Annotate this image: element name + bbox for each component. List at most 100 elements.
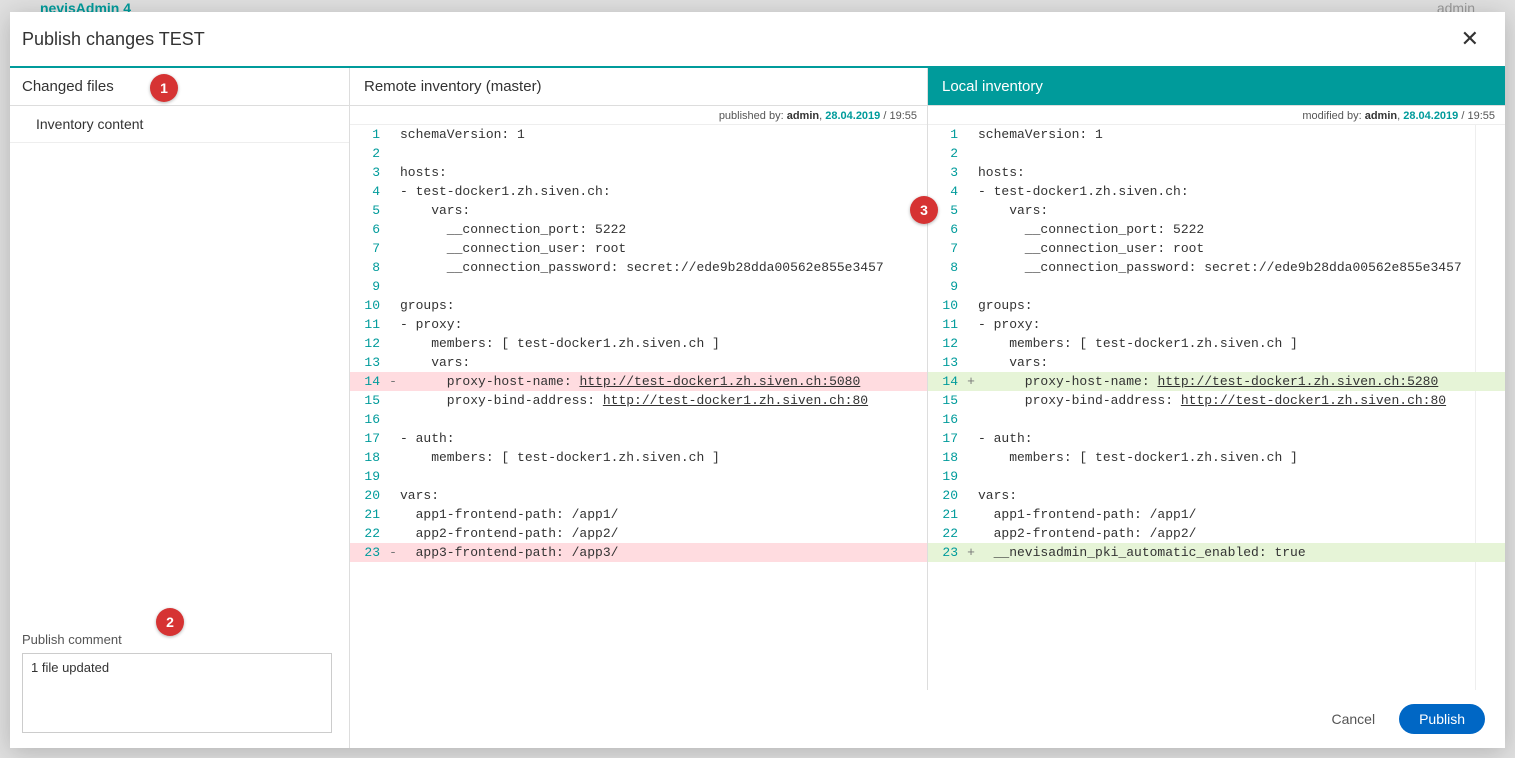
- code-line: 21 app1-frontend-path: /app1/: [928, 505, 1505, 524]
- line-number: 12: [350, 334, 386, 353]
- line-content: [978, 467, 1505, 486]
- local-time: / 19:55: [1458, 110, 1495, 122]
- line-content: proxy-host-name: http://test-docker1.zh.…: [400, 372, 927, 391]
- line-content: members: [ test-docker1.zh.siven.ch ]: [978, 334, 1505, 353]
- line-content: [978, 144, 1505, 163]
- diff-sign: +: [964, 372, 978, 391]
- line-number: 17: [350, 429, 386, 448]
- code-line: 6 __connection_port: 5222: [350, 220, 927, 239]
- diff-sign: [386, 467, 400, 486]
- diff-sign: [964, 467, 978, 486]
- line-content: __connection_port: 5222: [978, 220, 1505, 239]
- remote-subheader: published by: admin, 28.04.2019 / 19:55: [350, 106, 927, 125]
- code-line: 11 - proxy:: [928, 315, 1505, 334]
- line-content: app2-frontend-path: /app2/: [400, 524, 927, 543]
- line-number: 12: [928, 334, 964, 353]
- line-content: - proxy:: [400, 315, 927, 334]
- line-content: app1-frontend-path: /app1/: [978, 505, 1505, 524]
- remote-date: 28.04.2019: [825, 110, 880, 122]
- code-line: 5 vars:: [350, 201, 927, 220]
- line-number: 1: [350, 125, 386, 144]
- modal-footer: Cancel Publish: [350, 690, 1505, 748]
- line-content: __connection_port: 5222: [400, 220, 927, 239]
- diff-sign: -: [386, 543, 400, 562]
- line-content: members: [ test-docker1.zh.siven.ch ]: [978, 448, 1505, 467]
- code-line: 22 app2-frontend-path: /app2/: [928, 524, 1505, 543]
- sidebar: Changed files 1 Inventory content 2 Publ…: [10, 68, 350, 748]
- line-content: - proxy:: [978, 315, 1505, 334]
- line-content: vars:: [978, 353, 1505, 372]
- link-text[interactable]: http://test-docker1.zh.siven.ch:80: [603, 393, 868, 408]
- cancel-button[interactable]: Cancel: [1331, 711, 1375, 727]
- code-line: 17- auth:: [928, 429, 1505, 448]
- line-number: 2: [928, 144, 964, 163]
- code-line: 3 hosts:: [350, 163, 927, 182]
- link-text[interactable]: http://test-docker1.zh.siven.ch:5280: [1157, 374, 1438, 389]
- line-number: 3: [350, 163, 386, 182]
- main-area: Remote inventory (master) published by: …: [350, 68, 1505, 748]
- diff-sign: [964, 429, 978, 448]
- code-line: 6 __connection_port: 5222: [928, 220, 1505, 239]
- line-content: - test-docker1.zh.siven.ch:: [978, 182, 1505, 201]
- diff-sign: -: [386, 372, 400, 391]
- diff-sign: [386, 239, 400, 258]
- line-number: 11: [350, 315, 386, 334]
- diff-sign: [386, 144, 400, 163]
- line-content: hosts:: [978, 163, 1505, 182]
- changed-files-label: Changed files: [22, 78, 114, 95]
- line-number: 20: [928, 486, 964, 505]
- annotation-badge-2: 2: [156, 608, 184, 636]
- local-pane: Local inventory modified by: admin, 28.0…: [928, 68, 1505, 690]
- link-text[interactable]: http://test-docker1.zh.siven.ch:5080: [579, 374, 860, 389]
- code-line: 16: [350, 410, 927, 429]
- modal-header: Publish changes TEST ✕: [10, 12, 1505, 68]
- code-line: 4- test-docker1.zh.siven.ch:: [350, 182, 927, 201]
- line-number: 20: [350, 486, 386, 505]
- line-number: 23: [928, 543, 964, 562]
- diff-sign: [386, 220, 400, 239]
- local-code-area[interactable]: 1schemaVersion: 123hosts:4- test-docker1…: [928, 125, 1505, 690]
- line-number: 6: [350, 220, 386, 239]
- annotation-badge-1: 1: [150, 74, 178, 102]
- diff-sign: [386, 448, 400, 467]
- line-number: 5: [350, 201, 386, 220]
- code-line: 22 app2-frontend-path: /app2/: [350, 524, 927, 543]
- code-line: 19: [928, 467, 1505, 486]
- diff-sign: [386, 486, 400, 505]
- line-number: 22: [350, 524, 386, 543]
- line-content: app2-frontend-path: /app2/: [978, 524, 1505, 543]
- diff-sign: [386, 391, 400, 410]
- publish-button[interactable]: Publish: [1399, 704, 1485, 734]
- line-number: 11: [928, 315, 964, 334]
- remote-code-area[interactable]: 1schemaVersion: 123hosts:4- test-docker1…: [350, 125, 927, 690]
- code-line: 15 proxy-bind-address: http://test-docke…: [350, 391, 927, 410]
- line-number: 18: [350, 448, 386, 467]
- diff-sign: [386, 353, 400, 372]
- diff-sign: [964, 296, 978, 315]
- diff-sign: +: [964, 543, 978, 562]
- code-line: 12 members: [ test-docker1.zh.siven.ch ]: [350, 334, 927, 353]
- line-number: 17: [928, 429, 964, 448]
- local-sub-prefix: modified by:: [1302, 110, 1364, 122]
- line-content: proxy-bind-address: http://test-docker1.…: [978, 391, 1505, 410]
- code-line: 20vars:: [928, 486, 1505, 505]
- diff-sign: [964, 201, 978, 220]
- line-content: [400, 410, 927, 429]
- line-number: 9: [350, 277, 386, 296]
- code-line: 18 members: [ test-docker1.zh.siven.ch ]: [350, 448, 927, 467]
- line-number: 14: [350, 372, 386, 391]
- line-number: 7: [928, 239, 964, 258]
- close-button[interactable]: ✕: [1455, 26, 1485, 52]
- sidebar-item-inventory-content[interactable]: Inventory content: [10, 106, 349, 143]
- code-line: 16: [928, 410, 1505, 429]
- code-line: 10groups:: [928, 296, 1505, 315]
- line-number: 13: [350, 353, 386, 372]
- line-content: [400, 467, 927, 486]
- code-line: 5 vars:: [928, 201, 1505, 220]
- publish-comment-input[interactable]: [22, 653, 332, 733]
- line-content: hosts:: [400, 163, 927, 182]
- line-content: app1-frontend-path: /app1/: [400, 505, 927, 524]
- link-text[interactable]: http://test-docker1.zh.siven.ch:80: [1181, 393, 1446, 408]
- code-line: 8 __connection_password: secret://ede9b2…: [350, 258, 927, 277]
- code-line: 1schemaVersion: 1: [350, 125, 927, 144]
